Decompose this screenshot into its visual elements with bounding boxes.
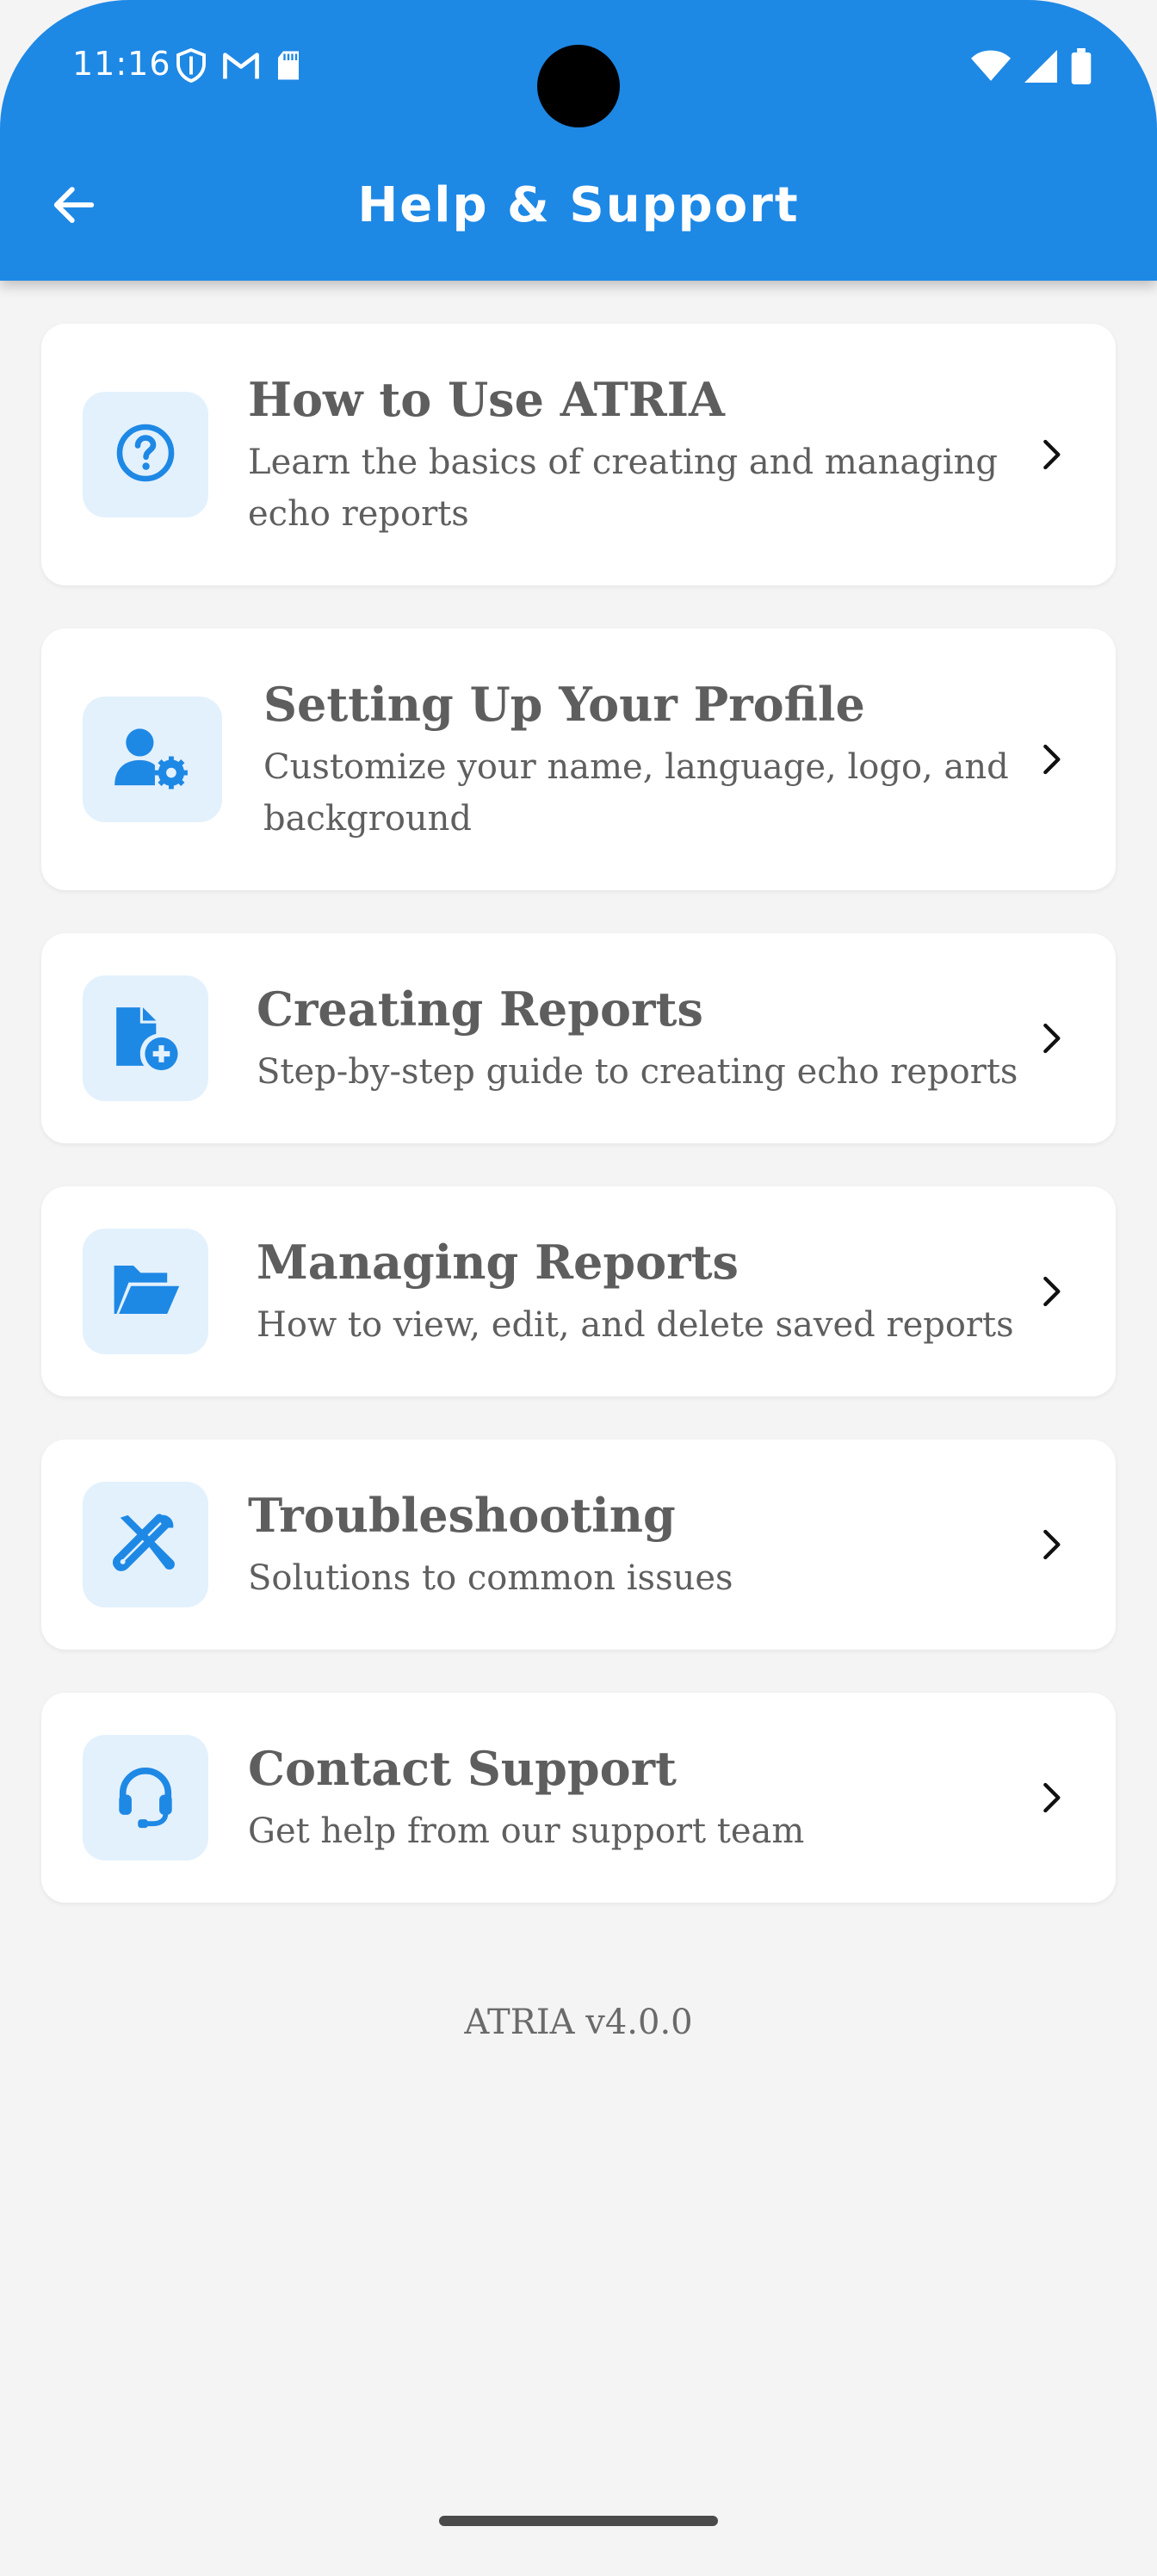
shield-icon <box>176 47 207 86</box>
file-add-icon <box>111 1002 180 1074</box>
item-description: Solutions to common issues <box>248 1558 733 1598</box>
icon-container <box>83 1229 208 1354</box>
item-description: Learn the basics of creating and managin… <box>248 443 998 534</box>
help-item-creating-reports[interactable]: Creating Reports Step-by-step guide to c… <box>41 933 1116 1143</box>
help-item-contact-support[interactable]: Contact Support Get help from our suppor… <box>41 1693 1116 1903</box>
front-camera <box>537 45 620 127</box>
item-text: Setting Up Your Profile Customize your n… <box>263 674 1021 845</box>
icon-container <box>83 392 208 517</box>
help-topics-list: How to Use ATRIA Learn the basics of cre… <box>41 324 1116 1946</box>
status-icons-left <box>176 47 301 86</box>
app-bar: 11:16 Help & Support <box>0 0 1157 281</box>
chevron-right-icon <box>1028 1268 1074 1315</box>
item-title: How to Use ATRIA <box>248 372 725 427</box>
gmail-icon <box>222 51 260 84</box>
status-bar: 11:16 <box>0 0 1157 129</box>
help-item-managing-reports[interactable]: Managing Reports How to view, edit, and … <box>41 1186 1116 1396</box>
chevron-right-icon <box>1028 1774 1074 1821</box>
icon-container <box>83 975 208 1101</box>
item-title: Setting Up Your Profile <box>263 677 865 732</box>
icon-container <box>83 1735 208 1861</box>
item-text: Contact Support Get help from our suppor… <box>248 1738 1021 1857</box>
status-time: 11:16 <box>72 45 171 83</box>
wifi-icon <box>971 50 1011 86</box>
item-text: How to Use ATRIA Learn the basics of cre… <box>248 369 1021 540</box>
sd-card-icon <box>275 50 301 84</box>
battery-icon <box>1071 48 1092 88</box>
status-icons-right <box>971 48 1092 88</box>
user-settings-icon <box>114 725 191 794</box>
home-indicator[interactable] <box>439 2516 718 2526</box>
item-text: Managing Reports How to view, edit, and … <box>257 1232 1021 1351</box>
chevron-right-icon <box>1028 736 1074 783</box>
help-item-how-to-use[interactable]: How to Use ATRIA Learn the basics of cre… <box>41 324 1116 585</box>
help-circle-icon <box>114 422 176 487</box>
chevron-right-icon <box>1028 431 1074 478</box>
item-description: Get help from our support team <box>248 1811 805 1851</box>
item-title: Creating Reports <box>257 981 703 1037</box>
page-title: Help & Support <box>357 177 800 233</box>
chevron-right-icon <box>1028 1015 1074 1062</box>
screen: 11:16 Help & Support How to Use ATRIA Le… <box>0 0 1157 2576</box>
help-item-troubleshooting[interactable]: Troubleshooting Solutions to common issu… <box>41 1440 1116 1650</box>
item-text: Troubleshooting Solutions to common issu… <box>248 1485 1021 1604</box>
app-version: ATRIA v4.0.0 <box>464 2003 693 2042</box>
chevron-right-icon <box>1028 1521 1074 1568</box>
item-description: Customize your name, language, logo, and… <box>263 747 1009 839</box>
cellular-signal-icon <box>1024 50 1057 86</box>
help-item-profile[interactable]: Setting Up Your Profile Customize your n… <box>41 629 1116 890</box>
icon-container <box>83 1482 208 1607</box>
item-title: Contact Support <box>248 1741 677 1796</box>
icon-container <box>83 697 222 822</box>
tools-icon <box>113 1510 178 1579</box>
item-description: Step-by-step guide to creating echo repo… <box>257 1052 1018 1092</box>
item-text: Creating Reports Step-by-step guide to c… <box>257 979 1021 1098</box>
item-title: Managing Reports <box>257 1235 739 1290</box>
headset-icon <box>113 1763 178 1832</box>
folder-open-icon <box>109 1260 182 1323</box>
item-title: Troubleshooting <box>248 1488 676 1543</box>
item-description: How to view, edit, and delete saved repo… <box>257 1305 1014 1345</box>
